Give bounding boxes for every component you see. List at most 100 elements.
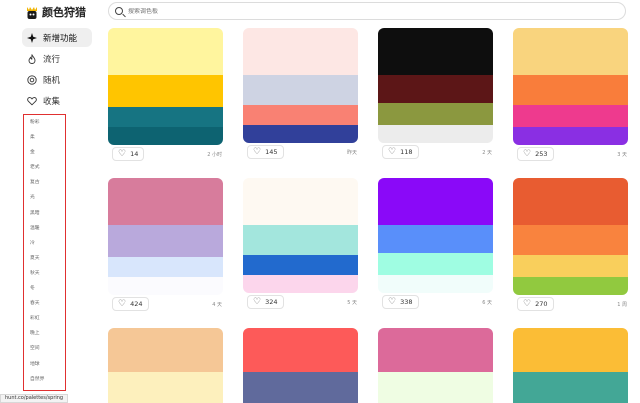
color-swatch[interactable] xyxy=(108,277,223,295)
palette-card[interactable] xyxy=(243,328,358,403)
color-swatch[interactable] xyxy=(513,105,628,127)
color-swatch[interactable] xyxy=(243,105,358,125)
palette-card[interactable] xyxy=(378,328,493,403)
tag-link[interactable]: 温暖 xyxy=(30,225,65,240)
color-swatch[interactable] xyxy=(108,257,223,277)
palette-card[interactable]: ♡ 338 6 天 xyxy=(378,178,493,311)
like-button[interactable]: ♡ 253 xyxy=(517,147,554,161)
nav-item-popular[interactable]: 流行 xyxy=(22,49,92,68)
tag-link[interactable]: 地球 xyxy=(30,361,65,376)
like-count: 338 xyxy=(400,298,413,306)
color-swatch[interactable] xyxy=(513,75,628,105)
color-swatch[interactable] xyxy=(243,255,358,275)
palette-swatches[interactable] xyxy=(378,28,493,143)
color-swatch[interactable] xyxy=(378,328,493,372)
palette-card[interactable]: ♡ 14 2 小时 xyxy=(108,28,223,163)
palette-swatches[interactable] xyxy=(243,328,358,403)
tag-link[interactable]: 柔 xyxy=(30,134,65,149)
like-button[interactable]: ♡ 118 xyxy=(382,145,419,159)
tag-link[interactable]: 彩虹 xyxy=(30,315,65,330)
palette-swatches[interactable] xyxy=(378,178,493,293)
color-swatch[interactable] xyxy=(108,75,223,107)
color-swatch[interactable] xyxy=(378,103,493,125)
color-swatch[interactable] xyxy=(513,372,628,403)
nav-item-new[interactable]: 新增功能 xyxy=(22,28,92,47)
like-button[interactable]: ♡ 324 xyxy=(247,295,284,309)
like-button[interactable]: ♡ 14 xyxy=(112,147,145,161)
tag-link[interactable]: 黑暗 xyxy=(30,210,65,225)
color-swatch[interactable] xyxy=(378,75,493,103)
palette-swatches[interactable] xyxy=(243,178,358,293)
color-swatch[interactable] xyxy=(243,275,358,293)
palette-card[interactable]: ♡ 253 3 天 xyxy=(513,28,628,163)
color-swatch[interactable] xyxy=(513,28,628,75)
palette-swatches[interactable] xyxy=(513,178,628,295)
color-swatch[interactable] xyxy=(378,225,493,253)
tag-link[interactable]: 粉彩 xyxy=(30,119,65,134)
tag-link[interactable]: 光 xyxy=(30,194,65,209)
color-swatch[interactable] xyxy=(513,255,628,277)
color-swatch[interactable] xyxy=(243,28,358,75)
palette-card[interactable] xyxy=(108,328,223,403)
palette-card[interactable]: ♡ 270 1 周 xyxy=(513,178,628,313)
like-button[interactable]: ♡ 145 xyxy=(247,145,284,159)
color-swatch[interactable] xyxy=(513,225,628,255)
color-swatch[interactable] xyxy=(108,372,223,403)
color-swatch[interactable] xyxy=(378,275,493,293)
color-swatch[interactable] xyxy=(513,178,628,225)
nav-item-collection[interactable]: 收集 xyxy=(22,91,92,110)
palette-swatches[interactable] xyxy=(108,28,223,145)
search-bar[interactable] xyxy=(108,2,626,20)
tag-link[interactable]: 老式 xyxy=(30,164,65,179)
color-swatch[interactable] xyxy=(243,125,358,143)
color-swatch[interactable] xyxy=(378,178,493,225)
palette-card[interactable]: ♡ 324 5 天 xyxy=(243,178,358,311)
color-swatch[interactable] xyxy=(243,178,358,225)
color-swatch[interactable] xyxy=(513,277,628,295)
palette-swatches[interactable] xyxy=(108,328,223,403)
color-swatch[interactable] xyxy=(108,178,223,225)
tag-link[interactable]: 自然界 xyxy=(30,376,65,391)
tag-link[interactable]: 秋天 xyxy=(30,270,65,285)
like-button[interactable]: ♡ 424 xyxy=(112,297,149,311)
palette-swatches[interactable] xyxy=(108,178,223,295)
palette-card[interactable]: ♡ 424 4 天 xyxy=(108,178,223,313)
color-swatch[interactable] xyxy=(378,372,493,403)
color-swatch[interactable] xyxy=(243,225,358,255)
color-swatch[interactable] xyxy=(108,328,223,372)
tag-link[interactable]: 冬 xyxy=(30,285,65,300)
app-logo[interactable]: 颜色狩猎 xyxy=(26,4,86,20)
palette-card[interactable] xyxy=(513,328,628,403)
tag-link[interactable]: 冷 xyxy=(30,240,65,255)
color-swatch[interactable] xyxy=(378,28,493,75)
nav-item-random[interactable]: 随机 xyxy=(22,70,92,89)
palette-card[interactable]: ♡ 118 2 天 xyxy=(378,28,493,161)
tag-link[interactable]: 金 xyxy=(30,149,65,164)
color-swatch[interactable] xyxy=(513,328,628,372)
color-swatch[interactable] xyxy=(243,372,358,403)
palette-meta: ♡ 145 昨天 xyxy=(243,143,358,161)
palette-swatches[interactable] xyxy=(513,328,628,403)
color-swatch[interactable] xyxy=(513,127,628,145)
tag-link[interactable]: 空间 xyxy=(30,345,65,360)
palette-swatches[interactable] xyxy=(513,28,628,145)
palette-card[interactable]: ♡ 145 昨天 xyxy=(243,28,358,161)
search-input[interactable] xyxy=(128,7,608,15)
color-swatch[interactable] xyxy=(108,225,223,257)
palette-swatches[interactable] xyxy=(378,328,493,403)
tag-link[interactable]: 晚上 xyxy=(30,330,65,345)
tag-link[interactable]: 复古 xyxy=(30,179,65,194)
color-swatch[interactable] xyxy=(378,125,493,143)
tag-link[interactable]: 春天 xyxy=(30,300,65,315)
palette-swatches[interactable] xyxy=(243,28,358,143)
like-count: 253 xyxy=(535,150,548,158)
like-button[interactable]: ♡ 270 xyxy=(517,297,554,311)
color-swatch[interactable] xyxy=(108,107,223,127)
color-swatch[interactable] xyxy=(243,75,358,105)
color-swatch[interactable] xyxy=(108,28,223,75)
like-button[interactable]: ♡ 338 xyxy=(382,295,419,309)
tag-link[interactable]: 夏天 xyxy=(30,255,65,270)
color-swatch[interactable] xyxy=(243,328,358,372)
color-swatch[interactable] xyxy=(378,253,493,275)
color-swatch[interactable] xyxy=(108,127,223,145)
